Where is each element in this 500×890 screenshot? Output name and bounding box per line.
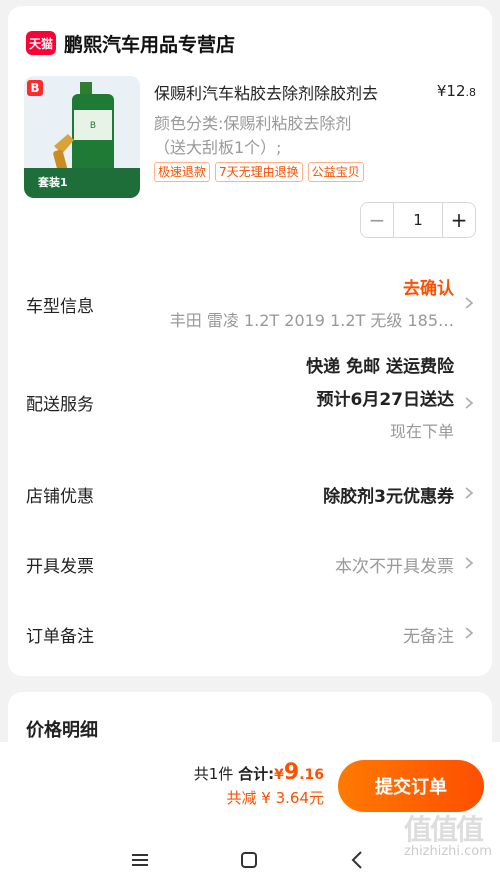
delivery-values: 快递 免邮 送运费险 预计6月27日送达 现在下单 (306, 352, 454, 442)
chevron-right-icon (465, 557, 474, 569)
shop-coupon-label: 店铺优惠 (26, 487, 94, 507)
total-discount[interactable]: 共减 ¥ 3.64元 (194, 787, 324, 808)
watermark: 值值值 zhizhizhi.com (404, 808, 494, 859)
order-card: 天猫 鹏熙汽车用品专营店 B B 套装1 保赐利汽车粘胶去除剂除胶剂去 ¥12.… (8, 6, 492, 676)
menu-icon[interactable] (126, 846, 154, 874)
thumb-label: 套装1 (38, 175, 68, 189)
watermark-glyph: 值值值 (404, 813, 484, 846)
order-totals: 共1件 合计:¥9.16 共减 ¥ 3.64元 (194, 760, 324, 808)
chevron-right-icon (465, 627, 474, 639)
total-amount: ¥9.16 (274, 760, 324, 785)
product-price: ¥12.8 (437, 82, 476, 100)
total-currency: ¥ (274, 767, 284, 783)
delivery-method: 快递 免邮 送运费险 (306, 357, 454, 377)
total-decimal: .16 (299, 767, 324, 783)
total-line: 共1件 合计:¥9.16 (194, 760, 324, 785)
delivery-row[interactable]: 配送服务 快递 免邮 送运费险 预计6月27日送达 现在下单 (8, 348, 492, 448)
product-title[interactable]: 保赐利汽车粘胶去除剂除胶剂去 (154, 80, 424, 104)
home-icon[interactable] (235, 846, 263, 874)
sku-line-1: 颜色分类:保赐利粘胶去除剂 (154, 114, 352, 133)
car-confirm-action[interactable]: 去确认 (170, 274, 454, 299)
product-thumbnail[interactable]: B B 套装1 (24, 76, 140, 198)
price-integer: 12 (446, 82, 466, 100)
invoice-row[interactable]: 开具发票 本次不开具发票 (8, 544, 492, 584)
order-note-values: 无备注 (403, 622, 454, 647)
increase-button[interactable]: + (443, 203, 475, 237)
total-label: 合计: (238, 765, 275, 783)
invoice-value: 本次不开具发票 (335, 557, 454, 577)
item-count: 共1件 (193, 765, 234, 783)
car-info-values: 去确认 丰田 雷凌 1.2T 2019 1.2T 无级 185… (170, 274, 454, 331)
decrease-button[interactable]: − (361, 203, 393, 237)
chevron-right-icon (465, 487, 474, 499)
back-icon[interactable] (344, 846, 372, 874)
tag-charity: 公益宝贝 (307, 162, 364, 182)
price-decimal: .8 (465, 86, 477, 99)
price-detail-title: 价格明细 (26, 720, 98, 741)
total-integer: 9 (283, 760, 300, 785)
product-sku[interactable]: 颜色分类:保赐利粘胶去除剂 （送大刮板1个）; (154, 112, 404, 160)
svg-text:B: B (90, 121, 96, 131)
shop-name[interactable]: 鹏熙汽车用品专营店 (64, 30, 235, 57)
tmall-badge-icon: 天猫 (26, 31, 56, 55)
price-currency: ¥ (436, 82, 447, 100)
chevron-right-icon (465, 297, 474, 309)
tag-7day-return: 7天无理由退换 (215, 162, 303, 182)
delivery-eta: 预计6月27日送达 (316, 390, 455, 410)
service-tags: 极速退款 7天无理由退换 公益宝贝 (154, 162, 364, 182)
invoice-label: 开具发票 (26, 557, 94, 577)
order-note-value: 无备注 (403, 627, 454, 647)
invoice-values: 本次不开具发票 (335, 552, 454, 577)
submit-order-button[interactable]: 提交订单 (338, 760, 484, 812)
watermark-text: zhizhizhi.com (404, 844, 492, 859)
car-model-value: 丰田 雷凌 1.2T 2019 1.2T 无级 185… (169, 311, 454, 330)
shop-coupon-values: 除胶剂3元优惠券 (323, 482, 454, 507)
tag-fast-refund: 极速退款 (154, 162, 211, 182)
order-note-label: 订单备注 (26, 627, 94, 647)
shop-coupon-row[interactable]: 店铺优惠 除胶剂3元优惠券 (8, 474, 492, 514)
spray-can-image: B B 套装1 (24, 76, 140, 198)
chevron-right-icon (465, 397, 474, 409)
brand-letter: B (30, 81, 39, 95)
order-note-row[interactable]: 订单备注 无备注 (8, 614, 492, 654)
quantity-field[interactable]: 1 (393, 203, 443, 237)
sku-line-2: （送大刮板1个）; (154, 138, 282, 157)
delivery-label: 配送服务 (26, 395, 94, 415)
quantity-stepper: − 1 + (360, 202, 476, 238)
shop-coupon-value: 除胶剂3元优惠券 (323, 487, 454, 507)
delivery-order-now: 现在下单 (389, 422, 454, 441)
shop-header[interactable]: 天猫 鹏熙汽车用品专营店 (26, 28, 235, 58)
car-info-label: 车型信息 (26, 297, 94, 317)
car-info-row[interactable]: 车型信息 去确认 丰田 雷凌 1.2T 2019 1.2T 无级 185… (8, 268, 492, 338)
